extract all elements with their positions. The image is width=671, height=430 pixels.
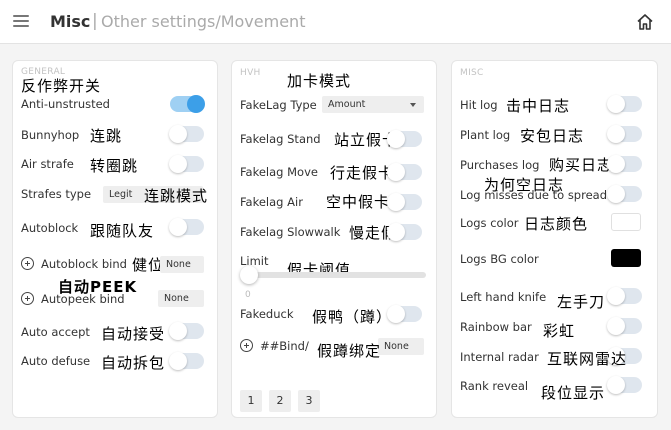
autoblock-bind-select[interactable]: None — [160, 256, 204, 273]
log-misses-toggle[interactable] — [607, 185, 642, 203]
bind-annotation: 假蹲绑定 — [317, 342, 382, 360]
left-hand-knife-annotation: 左手刀 — [557, 293, 606, 311]
strafes-type-annotation: 连跳模式 — [144, 187, 209, 205]
log-misses-label: Log misses due to spread — [460, 188, 608, 202]
chevron-down-icon — [410, 103, 416, 107]
fakelag-air-annotation: 空中假卡 — [326, 193, 391, 211]
auto-accept-toggle[interactable] — [169, 322, 204, 340]
fakelag-move-label: Fakelag Move — [240, 165, 318, 179]
autopeek-bind-label: Autopeek bind — [41, 292, 125, 306]
top-bar: Misc | Other settings/Movement — [0, 0, 671, 44]
logs-bg-color-swatch[interactable] — [611, 249, 641, 267]
fakelag-air-toggle[interactable] — [387, 193, 422, 211]
air-strafe-label: Air strafe — [21, 157, 74, 171]
purchases-log-annotation: 购买日志 — [549, 156, 614, 174]
title-separator: | — [92, 11, 98, 31]
autoblock-bind-value: None — [166, 259, 191, 270]
rank-reveal-toggle[interactable] — [607, 376, 642, 394]
logs-color-swatch[interactable] — [611, 213, 641, 231]
bunnyhop-label: Bunnyhop — [21, 128, 80, 142]
hit-log-label: Hit log — [460, 98, 498, 112]
fakeduck-label: Fakeduck — [240, 307, 294, 321]
add-bind-icon[interactable] — [240, 339, 253, 352]
fakelag-air-label: Fakelag Air — [240, 195, 303, 209]
fakelag-slowwalk-label: Fakelag Slowwalk — [240, 225, 341, 239]
auto-accept-annotation: 自动接受 — [101, 325, 166, 343]
fakeduck-toggle[interactable] — [387, 305, 422, 323]
logs-color-label: Logs color — [460, 216, 519, 230]
fakelag-type-select[interactable]: Amount — [322, 96, 424, 113]
rank-reveal-annotation: 段位显示 — [541, 384, 606, 402]
breadcrumb: Other settings/Movement — [101, 12, 306, 31]
autopeek-bind-select[interactable]: None — [158, 290, 204, 307]
autoblock-annotation: 跟随队友 — [90, 222, 155, 240]
rainbow-bar-toggle[interactable] — [607, 317, 642, 335]
general-title-annotation: 反作弊开关 — [21, 77, 102, 95]
air-strafe-annotation: 转圈跳 — [90, 157, 139, 175]
auto-defuse-label: Auto defuse — [21, 354, 91, 368]
autoblock-bind-label: Autoblock bind — [41, 257, 127, 271]
rank-reveal-label: Rank reveal — [460, 379, 529, 393]
plant-log-annotation: 安包日志 — [520, 127, 585, 145]
rainbow-bar-label: Rainbow bar — [460, 320, 532, 334]
limit-slider-handle[interactable] — [240, 266, 258, 284]
auto-accept-label: Auto accept — [21, 325, 90, 339]
fakelag-type-value: Amount — [328, 99, 366, 110]
page-button-2[interactable]: 2 — [269, 390, 291, 412]
strafes-type-label: Strafes type — [21, 187, 92, 201]
fakelag-stand-label: Fakelag Stand — [240, 132, 321, 146]
left-hand-knife-toggle[interactable] — [607, 287, 642, 305]
fakelag-type-label: FakeLag Type — [240, 98, 317, 112]
limit-value: 0 — [245, 290, 251, 300]
auto-defuse-toggle[interactable] — [169, 352, 204, 370]
add-bind-icon[interactable] — [21, 257, 34, 270]
fakelag-stand-toggle[interactable] — [387, 130, 422, 148]
fakeduck-annotation: 假鸭（蹲） — [312, 308, 393, 326]
fakeduck-bind-select[interactable]: None — [378, 338, 424, 355]
anti-unstrusted-label: Anti-unstrusted — [21, 97, 110, 111]
hvh-panel-title: HVH — [240, 68, 261, 78]
page-title: Misc — [50, 12, 91, 31]
fakelag-slowwalk-toggle[interactable] — [387, 223, 422, 241]
internal-radar-label: Internal radar — [460, 350, 539, 364]
fakeduck-bind-value: None — [384, 341, 409, 352]
auto-defuse-annotation: 自动拆包 — [101, 354, 166, 372]
bunnyhop-toggle[interactable] — [169, 125, 204, 143]
fakelag-move-toggle[interactable] — [387, 163, 422, 181]
fakelag-move-annotation: 行走假卡 — [330, 164, 395, 182]
logs-bg-color-label: Logs BG color — [460, 252, 539, 266]
page-button-3[interactable]: 3 — [298, 390, 320, 412]
hit-log-annotation: 击中日志 — [506, 97, 571, 115]
autoblock-label: Autoblock — [21, 221, 79, 235]
plant-log-toggle[interactable] — [607, 125, 642, 143]
left-hand-knife-label: Left hand knife — [460, 290, 547, 304]
autoblock-toggle[interactable] — [169, 218, 204, 236]
logs-color-annotation: 日志颜色 — [524, 215, 589, 233]
purchases-log-toggle[interactable] — [607, 155, 642, 173]
bunnyhop-annotation: 连跳 — [90, 127, 123, 145]
air-strafe-toggle[interactable] — [169, 155, 204, 173]
plant-log-label: Plant log — [460, 128, 511, 142]
hit-log-toggle[interactable] — [607, 95, 642, 113]
hamburger-menu-icon[interactable] — [13, 15, 29, 27]
page-button-1[interactable]: 1 — [240, 390, 262, 412]
limit-slider[interactable] — [242, 272, 426, 278]
hvh-title-annotation: 加卡模式 — [287, 72, 352, 90]
home-icon[interactable] — [636, 13, 654, 31]
strafes-type-value: Legit — [109, 189, 133, 200]
purchases-log-label: Purchases log — [460, 158, 540, 172]
misc-panel-title: MISC — [460, 68, 484, 78]
internal-radar-annotation: 互联网雷达 — [547, 350, 628, 368]
add-bind-icon[interactable] — [21, 292, 34, 305]
autopeek-bind-value: None — [164, 293, 189, 304]
bind-label: ##Bind/ — [260, 339, 309, 353]
rainbow-bar-annotation: 彩虹 — [543, 322, 576, 340]
anti-unstrusted-toggle[interactable] — [170, 95, 205, 113]
